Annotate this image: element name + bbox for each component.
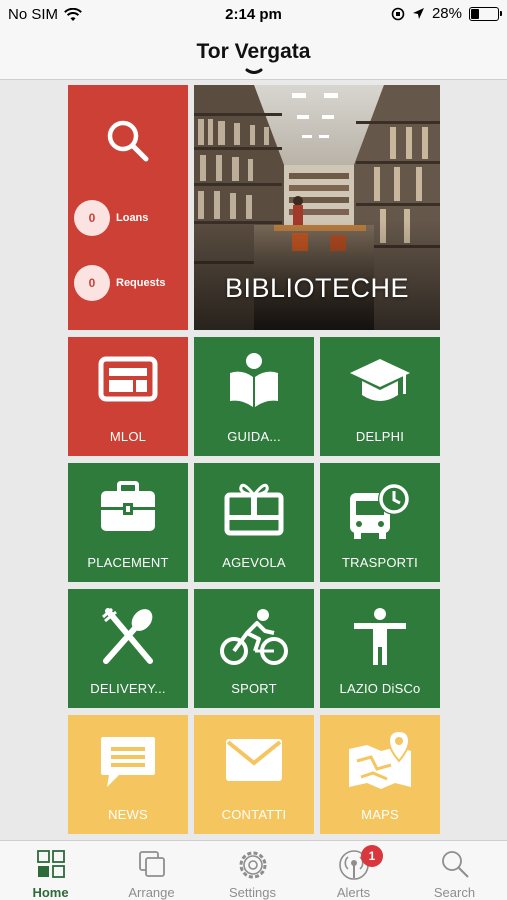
tab-search-label: Search [433, 885, 476, 900]
tab-settings-label: Settings [229, 885, 276, 900]
tab-home[interactable]: Home [0, 841, 101, 900]
delivery-label: DELIVERY... [90, 681, 166, 696]
battery-icon [469, 6, 502, 21]
guida-label: GUIDA... [227, 429, 281, 444]
sport-label: SPORT [231, 681, 277, 696]
battery-percent: 28% [431, 5, 462, 22]
envelope-icon [226, 739, 282, 781]
tab-arrange[interactable]: Arrange [101, 841, 202, 900]
mlol-tile[interactable]: MLOL [68, 337, 188, 456]
search-icon [441, 851, 469, 878]
gift-card-icon [224, 483, 284, 536]
guide-book-icon [230, 353, 278, 407]
tab-arrange-label: Arrange [128, 885, 175, 900]
contatti-label: CONTATTI [221, 807, 287, 822]
status-right: 28% [391, 5, 502, 22]
fork-spoon-icon [102, 607, 153, 664]
arrange-icon [138, 851, 165, 877]
news-tile[interactable]: NEWS [68, 715, 188, 834]
delphi-tile[interactable]: DELPHI [320, 337, 440, 456]
lazio-disco-tile[interactable]: LAZIO DiSCo [320, 589, 440, 708]
loans-count: 0 [74, 200, 110, 236]
placement-label: PLACEMENT [87, 555, 169, 570]
briefcase-icon [101, 481, 155, 531]
cyclist-icon [220, 609, 288, 665]
bus-clock-icon [350, 483, 410, 539]
search-icon [107, 120, 149, 162]
loans-counter[interactable]: 0 Loans [74, 200, 148, 236]
placement-tile[interactable]: PLACEMENT [68, 463, 188, 582]
maps-tile[interactable]: MAPS [320, 715, 440, 834]
tab-search[interactable]: Search [404, 841, 505, 900]
alerts-badge: 1 [361, 845, 383, 867]
delphi-label: DELPHI [355, 429, 405, 444]
guida-tile[interactable]: GUIDA... [194, 337, 314, 456]
tab-settings[interactable]: Settings [202, 841, 303, 900]
orientation-lock-icon [391, 7, 405, 20]
maps-label: MAPS [361, 807, 399, 822]
biblioteche-tile[interactable]: BIBLIOTECHE [194, 85, 440, 330]
tab-alerts[interactable]: 1 Alerts [303, 841, 404, 900]
requests-counter[interactable]: 0 Requests [74, 265, 166, 301]
news-label: NEWS [108, 807, 148, 822]
delivery-tile[interactable]: DELIVERY... [68, 589, 188, 708]
sport-tile[interactable]: SPORT [194, 589, 314, 708]
contatti-tile[interactable]: CONTATTI [194, 715, 314, 834]
location-arrow-icon [412, 8, 424, 19]
tab-home-label: Home [32, 885, 69, 900]
library-search-tile[interactable]: 0 Loans 0 Requests [68, 85, 188, 330]
home-grid-icon [36, 850, 65, 878]
requests-label: Requests [116, 277, 166, 289]
navigation-bar: Tor Vergata [0, 30, 507, 80]
chat-bubble-icon [101, 737, 155, 787]
ebook-reader-icon [98, 356, 158, 402]
requests-count: 0 [74, 265, 110, 301]
biblioteche-label: BIBLIOTECHE [224, 273, 410, 303]
trasporti-tile[interactable]: TRASPORTI [320, 463, 440, 582]
person-icon [354, 608, 406, 665]
tab-alerts-label: Alerts [336, 885, 371, 900]
agevola-tile[interactable]: AGEVOLA [194, 463, 314, 582]
tab-bar: Home Arrange Settings 1 Alerts Search [0, 840, 507, 900]
gear-icon [239, 851, 266, 879]
status-bar: No SIM 2:14 pm 28% [0, 0, 507, 30]
map-pin-icon [349, 729, 411, 789]
agevola-label: AGEVOLA [222, 555, 286, 570]
lazio-disco-label: LAZIO DiSCo [339, 681, 421, 696]
mlol-label: MLOL [109, 429, 147, 444]
page-title: Tor Vergata [196, 40, 311, 63]
graduation-cap-icon [350, 359, 410, 401]
trasporti-label: TRASPORTI [342, 555, 418, 570]
loans-label: Loans [116, 212, 149, 224]
chevron-down-icon[interactable] [245, 68, 263, 76]
